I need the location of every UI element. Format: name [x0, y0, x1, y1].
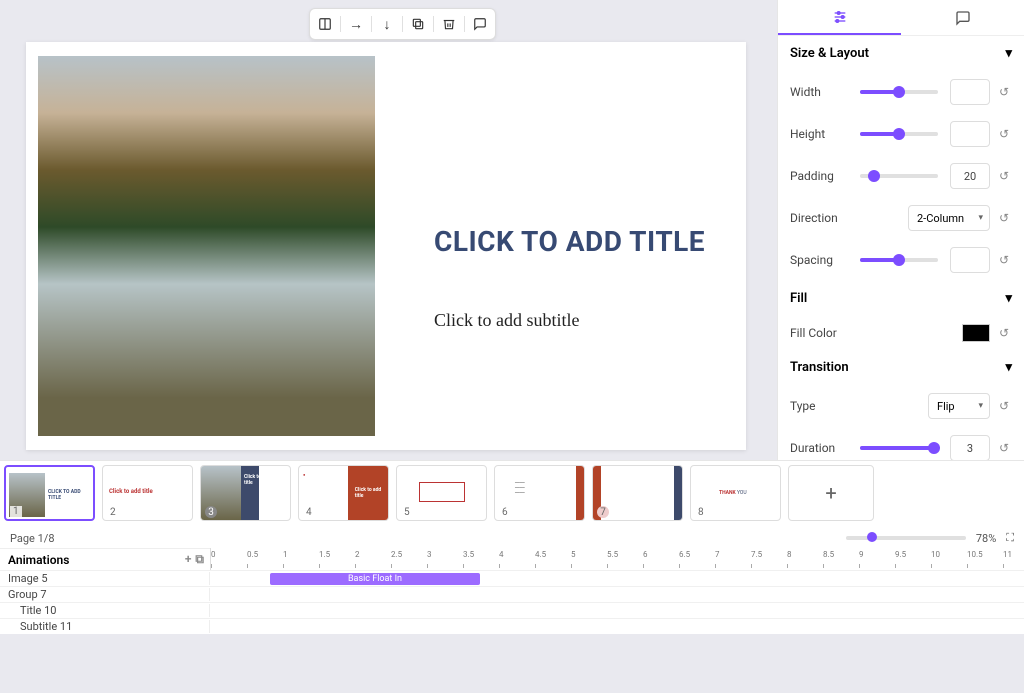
reset-icon[interactable]: ↺: [996, 440, 1012, 456]
delete-button[interactable]: [436, 13, 462, 35]
reset-icon[interactable]: ↺: [996, 325, 1012, 341]
thumbnail-5[interactable]: 5: [396, 465, 487, 521]
height-label: Height: [790, 127, 848, 141]
padding-input[interactable]: [950, 163, 990, 189]
fullscreen-icon[interactable]: ⛶: [1006, 531, 1014, 545]
height-input[interactable]: [950, 121, 990, 147]
section-fill[interactable]: Fill▾: [778, 281, 1024, 316]
reset-icon[interactable]: ↺: [996, 210, 1012, 226]
section-transition[interactable]: Transition▾: [778, 350, 1024, 385]
tab-comments[interactable]: [901, 0, 1024, 35]
animation-row[interactable]: Group 7: [0, 586, 1024, 602]
width-input[interactable]: [950, 79, 990, 105]
reset-icon[interactable]: ↺: [996, 84, 1012, 100]
width-label: Width: [790, 85, 848, 99]
properties-panel: Size & Layout▾ Width ↺ Height ↺ Padding …: [777, 0, 1024, 460]
layout-button[interactable]: [312, 13, 338, 35]
timeline-ruler[interactable]: 00.511.522.533.544.555.566.577.588.599.5…: [210, 548, 1024, 570]
padding-slider[interactable]: [860, 174, 938, 178]
zoom-value: 78%: [976, 532, 996, 545]
animation-rows: Image 5 Basic Float In Group 7 Title 10 …: [0, 570, 1024, 634]
page-indicator: Page 1/8: [10, 532, 55, 545]
duration-label: Duration: [790, 441, 848, 455]
status-bar: Page 1/8 78% ⛶: [0, 528, 1024, 548]
animation-row[interactable]: Image 5 Basic Float In: [0, 570, 1024, 586]
spacing-input[interactable]: [950, 247, 990, 273]
thumbnail-1[interactable]: CLICK TO ADD TITLE 1: [4, 465, 95, 521]
spacing-label: Spacing: [790, 253, 848, 267]
animation-row[interactable]: Subtitle 11: [0, 618, 1024, 634]
fill-color-swatch[interactable]: [962, 324, 990, 342]
link-animation-icon[interactable]: ⧉: [195, 552, 204, 567]
duplicate-button[interactable]: [405, 13, 431, 35]
reset-icon[interactable]: ↺: [996, 398, 1012, 414]
reset-icon[interactable]: ↺: [996, 252, 1012, 268]
direction-label: Direction: [790, 211, 848, 225]
slide-title[interactable]: CLICK TO ADD TITLE: [434, 225, 705, 258]
slide-subtitle[interactable]: Click to add subtitle: [434, 310, 580, 331]
animation-row[interactable]: Title 10: [0, 602, 1024, 618]
arrow-down-button[interactable]: ↓: [374, 13, 400, 35]
thumbnail-7[interactable]: 7: [592, 465, 683, 521]
slide-toolbar: → ↓: [309, 8, 496, 40]
zoom-slider[interactable]: [846, 536, 966, 540]
reset-icon[interactable]: ↺: [996, 168, 1012, 184]
height-slider[interactable]: [860, 132, 938, 136]
spacing-slider[interactable]: [860, 258, 938, 262]
slide-image[interactable]: [38, 56, 375, 436]
thumbnail-8[interactable]: THANK YOU 8: [690, 465, 781, 521]
reset-icon[interactable]: ↺: [996, 126, 1012, 142]
fillcolor-label: Fill Color: [790, 326, 848, 340]
slide-canvas[interactable]: CLICK TO ADD TITLE Click to add subtitle: [26, 42, 746, 450]
comment-button[interactable]: [467, 13, 493, 35]
duration-input[interactable]: [950, 435, 990, 460]
duration-slider[interactable]: [860, 446, 938, 450]
transition-type-select[interactable]: Flip: [928, 393, 990, 419]
add-slide-button[interactable]: +: [788, 465, 874, 521]
add-animation-icon[interactable]: +: [185, 552, 192, 567]
thumbnail-strip: CLICK TO ADD TITLE 1 Click to add title …: [0, 460, 1024, 528]
width-slider[interactable]: [860, 90, 938, 94]
tab-settings[interactable]: [778, 0, 901, 35]
direction-select[interactable]: 2-Column: [908, 205, 990, 231]
thumbnail-6[interactable]: ━━━━━━━━━━━━ 6: [494, 465, 585, 521]
type-label: Type: [790, 399, 848, 413]
thumbnail-4[interactable]: Click to addtitle ● 4: [298, 465, 389, 521]
animation-bar[interactable]: Basic Float In: [270, 573, 480, 585]
arrow-right-button[interactable]: →: [343, 13, 369, 35]
section-size-layout[interactable]: Size & Layout▾: [778, 36, 1024, 71]
thumbnail-2[interactable]: Click to add title 2: [102, 465, 193, 521]
padding-label: Padding: [790, 169, 848, 183]
thumbnail-3[interactable]: Click to addtitle 3: [200, 465, 291, 521]
